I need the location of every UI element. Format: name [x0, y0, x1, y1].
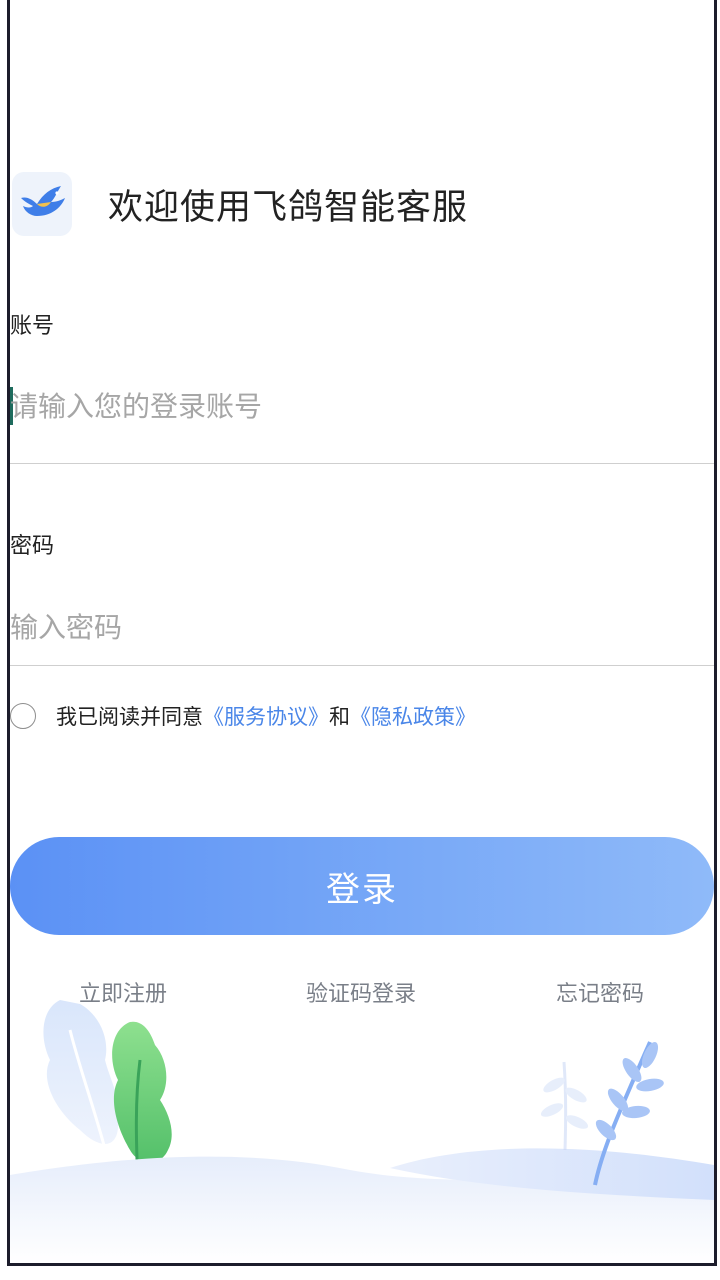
agreement-conjunction: 和: [329, 705, 350, 729]
agreement-text: 我已阅读并同意: [56, 705, 203, 729]
green-leaf-shape: [112, 1021, 172, 1163]
agreement-checkbox[interactable]: [10, 703, 36, 729]
frame-border-left: [7, 0, 10, 1266]
password-divider: [10, 665, 714, 666]
password-label: 密码: [10, 534, 55, 559]
service-agreement-link[interactable]: 《服务协议》: [203, 701, 329, 731]
privacy-policy-link[interactable]: 《隐私政策》: [350, 701, 476, 731]
account-label: 账号: [10, 314, 55, 339]
password-input[interactable]: [10, 607, 712, 647]
pigeon-bird-icon: [12, 172, 72, 236]
frame-border-bottom: [7, 1263, 717, 1266]
page-title: 欢迎使用飞鸽智能客服: [108, 187, 469, 228]
account-divider: [10, 463, 714, 464]
login-screen: 欢迎使用飞鸽智能客服 账号 密码 我已阅读并同意 《服务协议》 和 《隐私政策》…: [0, 0, 720, 1280]
login-button[interactable]: 登录: [10, 837, 714, 935]
decorative-scenery-illustration: [10, 1000, 714, 1263]
agreement-row: 我已阅读并同意 《服务协议》 和 《隐私政策》: [10, 700, 476, 732]
app-header: 欢迎使用飞鸽智能客服: [12, 170, 468, 238]
right-plant-faded: [540, 1061, 589, 1151]
frame-border-right: [714, 0, 717, 1266]
account-input[interactable]: [10, 386, 712, 426]
